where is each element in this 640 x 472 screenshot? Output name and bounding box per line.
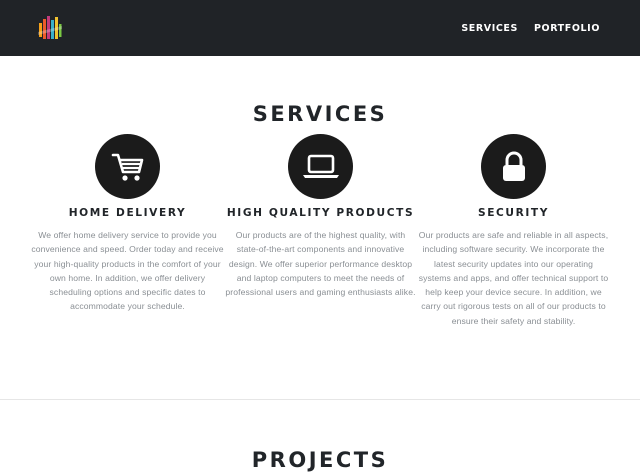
- navbar: SERVICES PORTFOLIO: [0, 0, 640, 56]
- service-home-delivery: HOME DELIVERY We offer home delivery ser…: [31, 134, 224, 314]
- service-title: HIGH QUALITY PRODUCTS: [226, 207, 415, 219]
- nav-links: SERVICES PORTFOLIO: [461, 0, 600, 56]
- service-security: SECURITY Our products are safe and relia…: [417, 134, 610, 328]
- lock-icon: [481, 134, 546, 199]
- service-description: Our products are of the highest quality,…: [225, 230, 416, 298]
- projects-title: PROJECTS: [251, 448, 389, 472]
- service-description: Our products are safe and reliable in al…: [418, 230, 609, 326]
- service-title: HOME DELIVERY: [68, 207, 187, 219]
- nav-link-services[interactable]: SERVICES: [461, 23, 518, 34]
- services-section: SERVICES HOME DELIVERY We offer home del…: [0, 56, 640, 399]
- service-description: We offer home delivery service to provid…: [31, 230, 224, 312]
- service-title: SECURITY: [477, 207, 550, 219]
- services-title: SERVICES: [252, 102, 388, 126]
- shopping-cart-icon: [95, 134, 160, 199]
- prism-logo-icon[interactable]: [36, 14, 64, 42]
- service-high-quality-products: HIGH QUALITY PRODUCTS Our products are o…: [224, 134, 417, 299]
- projects-section: PROJECTS: [0, 400, 640, 472]
- nav-link-portfolio[interactable]: PORTFOLIO: [534, 23, 600, 34]
- laptop-icon: [288, 134, 353, 199]
